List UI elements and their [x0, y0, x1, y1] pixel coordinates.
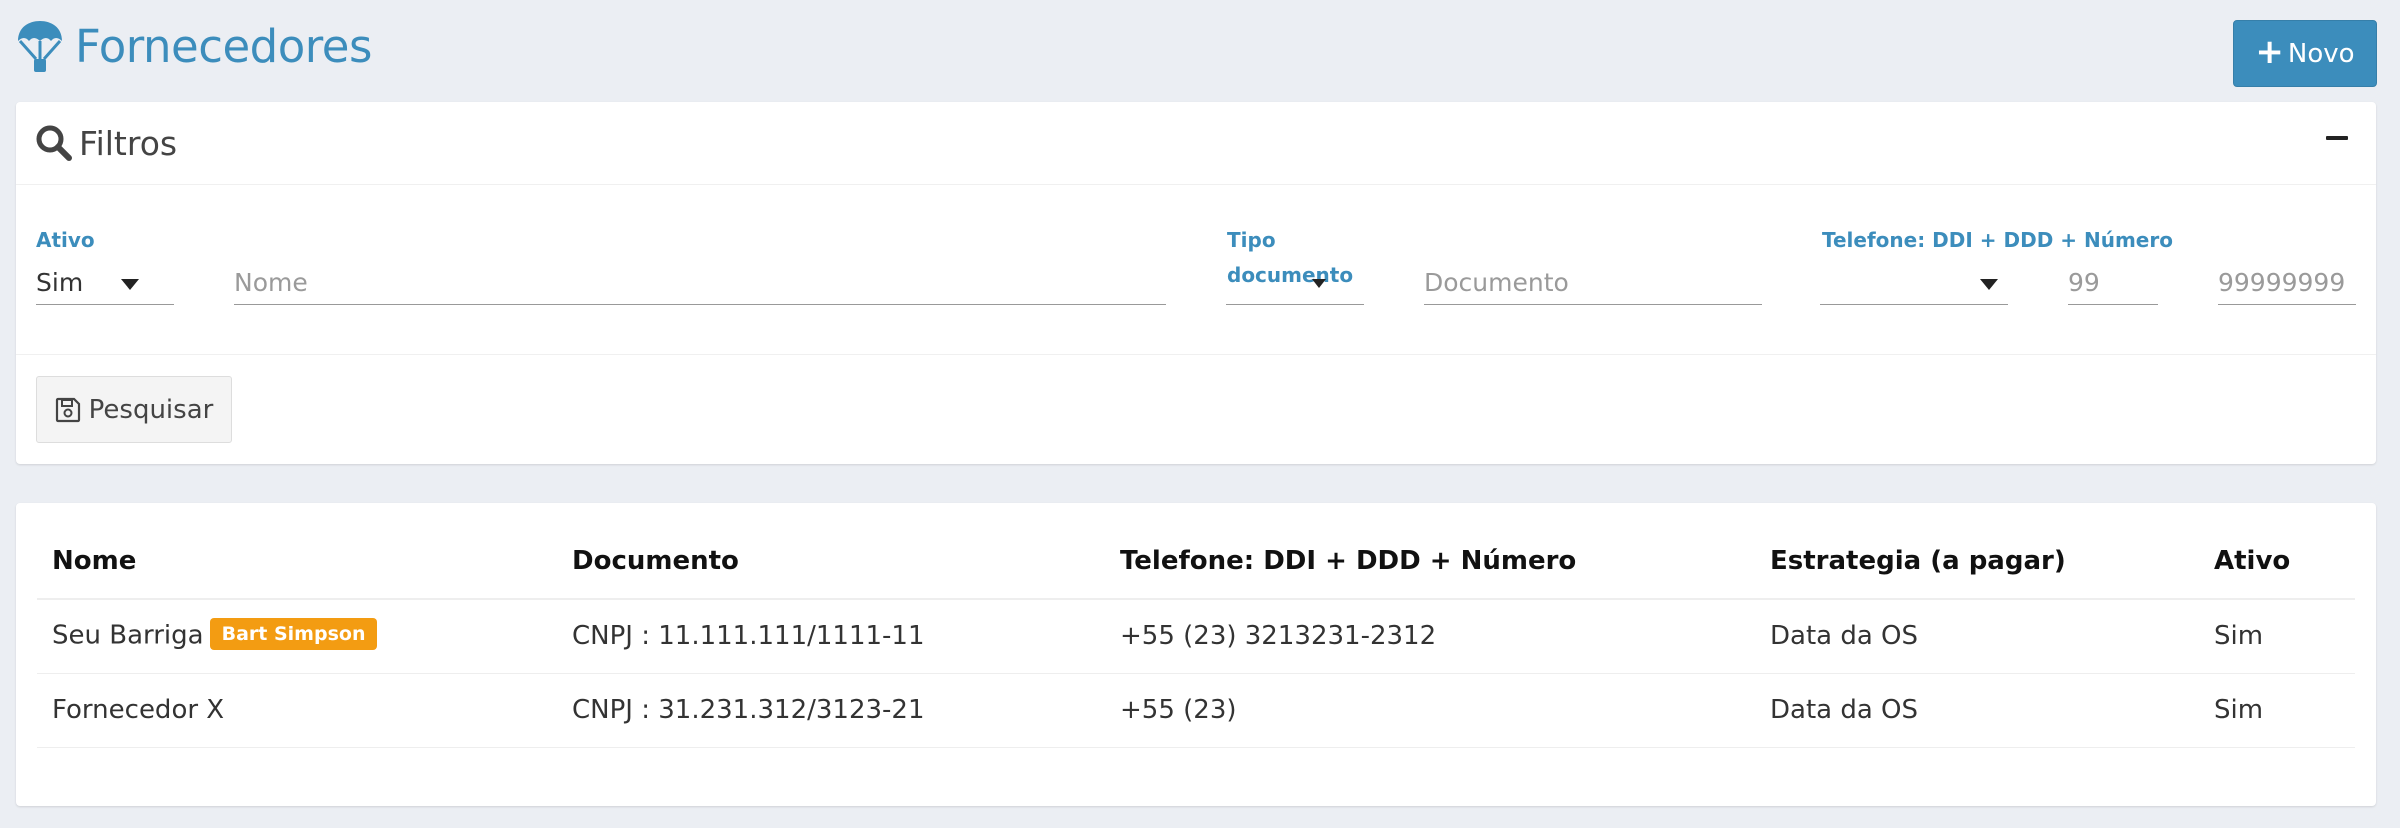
column-header-nome[interactable]: Nome — [37, 523, 557, 600]
chevron-down-icon — [1980, 279, 1998, 290]
page-title: Fornecedores — [75, 19, 372, 73]
column-header-ativo[interactable]: Ativo — [2199, 523, 2355, 600]
column-header-documento[interactable]: Documento — [557, 523, 1105, 600]
floppy-disk-icon — [55, 397, 80, 422]
cell-ativo: Sim — [2199, 599, 2355, 674]
ddi-select[interactable] — [1820, 261, 2008, 305]
telefone-label: Telefone: DDI + DDD + Número — [1822, 228, 2173, 252]
filters-title: Filtros — [79, 123, 178, 163]
filter-fields: Ativo Sim Nome Tipo documento Documento … — [16, 185, 2376, 355]
nome-placeholder: Nome — [234, 268, 308, 297]
documento-input[interactable]: Documento — [1424, 261, 1762, 305]
new-button[interactable]: + Novo — [2233, 20, 2377, 87]
tipo-documento-label-line1: Tipo — [1227, 228, 1276, 252]
ddd-input[interactable]: 99 — [2068, 261, 2158, 305]
ddd-placeholder: 99 — [2068, 268, 2100, 297]
suppliers-table: Nome Documento Telefone: DDI + DDD + Núm… — [37, 523, 2355, 748]
page-header: Fornecedores — [15, 14, 372, 78]
nome-input[interactable]: Nome — [234, 261, 1166, 305]
cell-nome: Seu Barriga Bart Simpson — [37, 599, 557, 674]
numero-input[interactable]: 99999999 — [2218, 261, 2356, 305]
cell-estrategia: Data da OS — [1755, 599, 2199, 674]
cell-ativo: Sim — [2199, 673, 2355, 748]
cell-documento: CNPJ : 11.111.111/1111-11 — [557, 599, 1105, 674]
cell-estrategia: Data da OS — [1755, 673, 2199, 748]
status-badge: Bart Simpson — [209, 618, 378, 651]
cell-nome: Fornecedor X — [37, 673, 557, 748]
numero-placeholder: 99999999 — [2218, 268, 2346, 297]
cell-telefone: +55 (23) 3213231-2312 — [1105, 599, 1755, 674]
supplier-name: Seu Barriga — [52, 620, 204, 651]
column-header-estrategia[interactable]: Estrategia (a pagar) — [1755, 523, 2199, 600]
filters-panel: Filtros Ativo Sim Nome Tipo documento Do… — [16, 102, 2376, 464]
parachute-icon — [18, 21, 62, 72]
table-row[interactable]: Fornecedor X CNPJ : 31.231.312/3123-21 +… — [37, 673, 2355, 748]
chevron-down-icon — [1312, 279, 1326, 288]
results-panel: Nome Documento Telefone: DDI + DDD + Núm… — [16, 503, 2376, 806]
search-button-label: Pesquisar — [88, 394, 214, 425]
tipo-documento-select[interactable] — [1226, 261, 1364, 305]
documento-placeholder: Documento — [1424, 268, 1569, 297]
search-icon — [36, 125, 72, 161]
new-button-label: Novo — [2287, 38, 2355, 69]
page: Fornecedores + Novo Filtros Ativo Sim No… — [0, 0, 2400, 828]
cell-telefone: +55 (23) — [1105, 673, 1755, 748]
plus-icon: + — [2255, 32, 2284, 72]
filters-header: Filtros — [16, 102, 2376, 185]
column-header-telefone[interactable]: Telefone: DDI + DDD + Número — [1105, 523, 1755, 600]
table-header-row: Nome Documento Telefone: DDI + DDD + Núm… — [37, 523, 2355, 600]
chevron-down-icon — [121, 279, 139, 290]
minus-icon — [2326, 136, 2348, 140]
ativo-select[interactable]: Sim — [36, 261, 174, 305]
search-button[interactable]: Pesquisar — [36, 376, 232, 443]
supplier-name: Fornecedor X — [52, 695, 225, 725]
cell-documento: CNPJ : 31.231.312/3123-21 — [557, 673, 1105, 748]
ativo-select-value: Sim — [36, 268, 84, 297]
table-row[interactable]: Seu Barriga Bart Simpson CNPJ : 11.111.11… — [37, 599, 2355, 674]
ativo-label: Ativo — [36, 228, 95, 252]
